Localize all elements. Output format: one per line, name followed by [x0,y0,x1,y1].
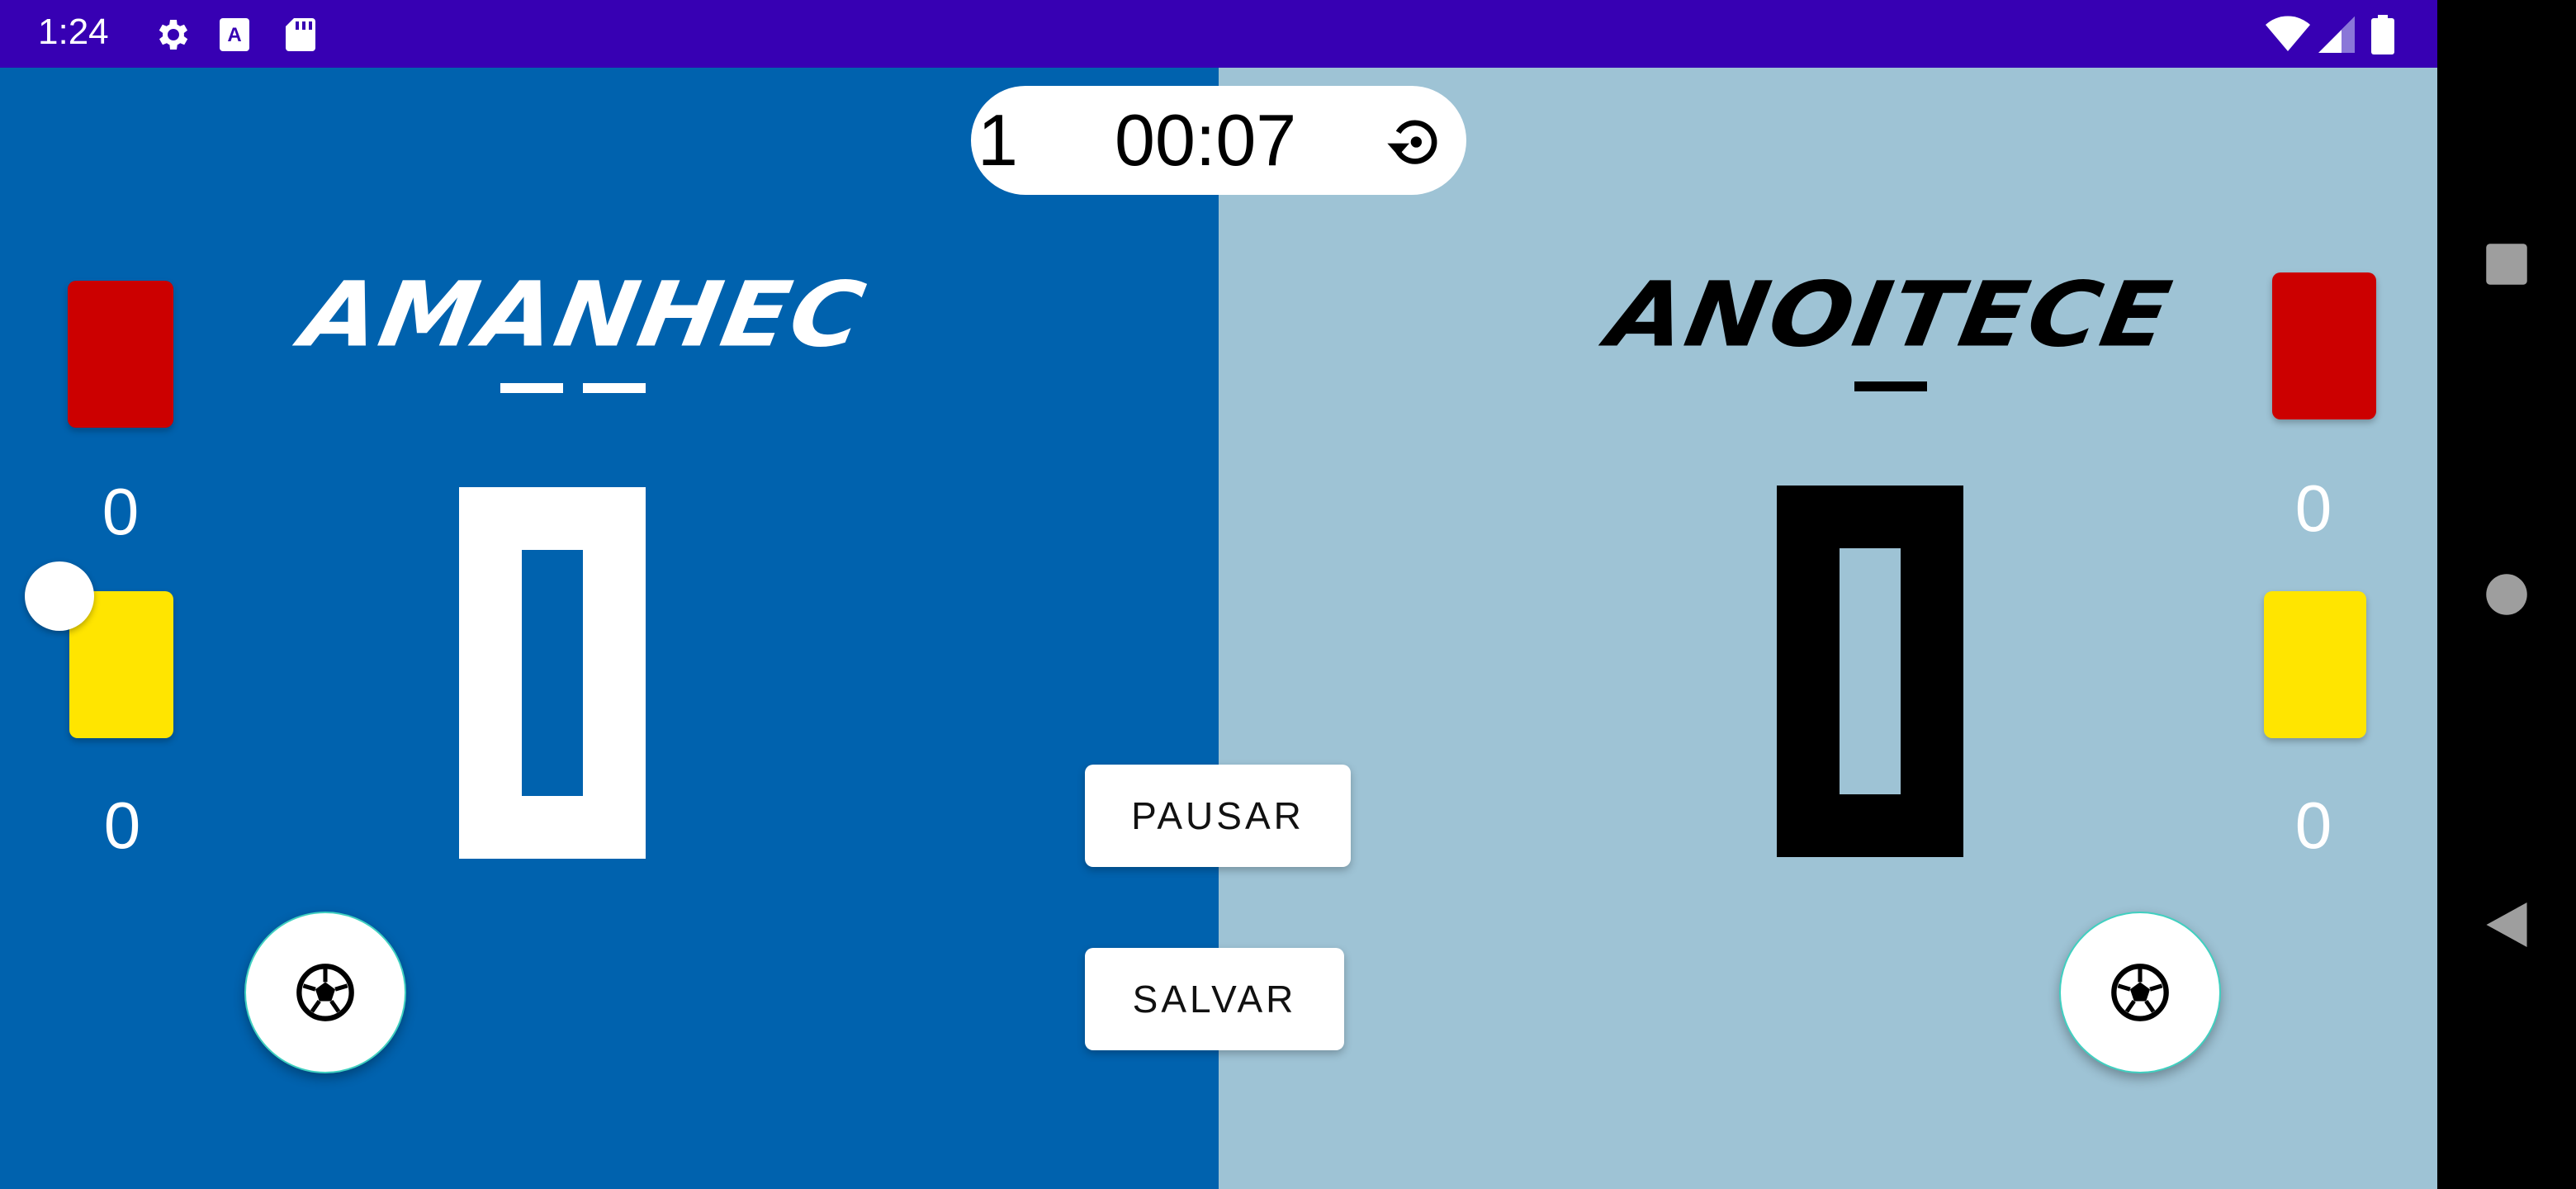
soccer-ball-icon [2111,964,2169,1021]
recents-icon [2486,244,2527,285]
goal-button-left[interactable] [244,912,406,1073]
keyboard-a-icon: A [220,18,249,51]
drag-handle[interactable] [25,561,94,631]
status-bar: 1:24 A [0,0,2437,68]
yellow-card-button-right[interactable] [2264,591,2366,738]
goal-button-right[interactable] [2059,912,2221,1073]
team-left-underline [583,383,646,393]
team-left-underline [500,383,563,393]
navigation-bar [2437,0,2576,1189]
back-button[interactable] [2474,892,2540,958]
yellow-card-count-left: 0 [103,789,141,862]
home-button[interactable] [2474,561,2540,628]
period-number: 1 [978,99,1018,181]
restart-icon[interactable] [1380,109,1447,175]
red-card-button-left[interactable] [68,281,173,428]
home-icon [2486,574,2527,615]
team-right-name[interactable]: ANOITECE [1601,263,2180,367]
recents-button[interactable] [2474,231,2540,297]
svg-text:A: A [227,24,241,46]
gear-icon [159,20,188,50]
wifi-icon [2266,16,2310,51]
red-card-button-right[interactable] [2272,272,2376,419]
soccer-ball-icon [296,964,354,1021]
back-icon [2486,902,2527,947]
red-card-count-left: 0 [102,475,140,548]
team-left-score[interactable]: 0 [459,487,646,859]
team-left-name[interactable]: AMANHEC [295,263,874,367]
save-button[interactable]: SALVAR [1085,948,1344,1050]
status-time: 1:24 [38,12,109,52]
team-right-score[interactable]: 0 [1777,486,1963,857]
signal-icon [2318,17,2355,53]
yellow-card-count-right: 0 [2294,789,2332,862]
team-right-underline [1854,381,1927,391]
battery-icon [2371,15,2394,54]
timer-pill[interactable]: 1 00:07 [971,86,1466,195]
match-clock: 00:07 [1115,99,1297,181]
sd-card-icon [286,18,315,51]
red-card-count-right: 0 [2294,471,2332,545]
pause-button[interactable]: PAUSAR [1085,765,1351,867]
